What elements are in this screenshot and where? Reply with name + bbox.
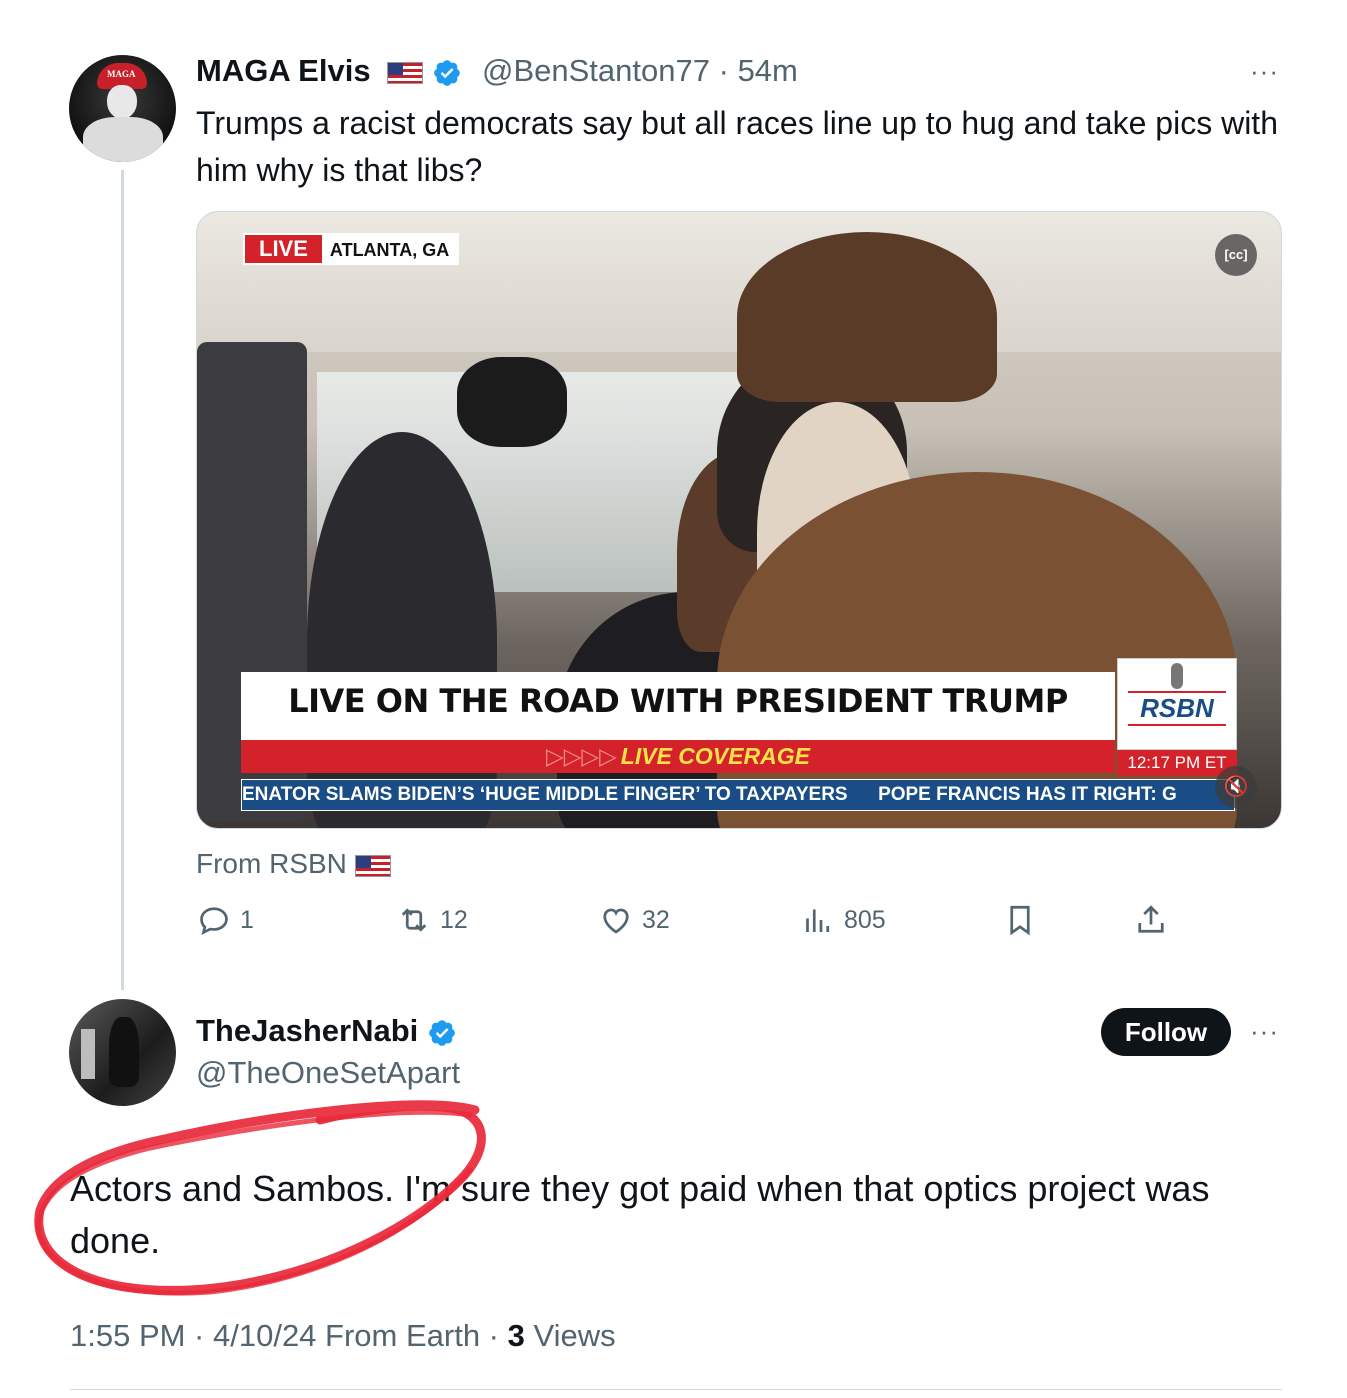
reply-count: 1 — [240, 905, 254, 934]
reply-icon — [200, 907, 228, 936]
repost-icon — [401, 908, 427, 932]
views-icon — [806, 909, 830, 932]
rsbn-logo: RSBN — [1117, 658, 1237, 750]
rsbn-logo-text: RSBN — [1128, 691, 1226, 726]
share-button[interactable] — [1133, 900, 1177, 940]
like-count: 32 — [642, 905, 670, 934]
post-video[interactable]: LIVE ATLANTA, GA [cc] LIVE ON THE ROAD W… — [196, 211, 1282, 829]
post-time[interactable]: 54m — [738, 53, 798, 88]
location-label: ATLANTA, GA — [321, 235, 458, 263]
captions-icon[interactable]: [cc] — [1215, 234, 1257, 276]
broadcast-time: 12:17 PM ET — [1117, 750, 1237, 776]
author-handle[interactable]: @BenStanton77 — [482, 53, 710, 88]
like-icon — [603, 908, 629, 934]
reply-more-button[interactable]: ··· — [1250, 1016, 1279, 1047]
live-label: LIVE — [245, 235, 322, 263]
author-name-row: MAGA Elvis — [196, 53, 462, 89]
author-avatar[interactable]: MAGA — [69, 55, 176, 162]
news-ticker: ENATOR SLAMS BIDEN’S ‘HUGE MIDDLE FINGER… — [241, 779, 1235, 811]
reply-author-avatar[interactable] — [69, 999, 176, 1106]
reply-views-label: Views — [524, 1318, 616, 1353]
microphone-icon — [1171, 663, 1183, 689]
avatar-hat-text: MAGA — [107, 69, 136, 79]
like-action[interactable]: 32 — [598, 900, 670, 940]
repost-action[interactable]: 12 — [396, 900, 468, 940]
ticker-item: POPE FRANCIS HAS IT RIGHT: G — [878, 784, 1177, 805]
bookmark-button[interactable] — [1002, 900, 1046, 940]
post-source: From RSBN — [196, 848, 391, 880]
lower-third-banner: LIVE ON THE ROAD WITH PRESIDENT TRUMP — [241, 672, 1115, 740]
lower-third-headline: LIVE ON THE ROAD WITH PRESIDENT TRUMP — [288, 682, 1068, 720]
ticker-item: ENATOR SLAMS BIDEN’S ‘HUGE MIDDLE FINGER… — [242, 784, 848, 805]
follow-button[interactable]: Follow — [1101, 1008, 1231, 1056]
bookmark-icon — [1010, 905, 1030, 936]
post-more-button[interactable]: ··· — [1250, 56, 1279, 87]
repost-count: 12 — [440, 905, 468, 934]
author-handle-row: @BenStanton77 · 54m — [482, 53, 798, 88]
divider — [70, 1389, 1282, 1390]
reply-metadata: 1:55 PM · 4/10/24 From Earth · 3 Views — [70, 1318, 616, 1354]
us-flag-icon — [354, 854, 391, 877]
reply-author-name[interactable]: TheJasherNabi — [196, 1013, 418, 1048]
reply-author-name-row: TheJasherNabi — [196, 1013, 457, 1049]
reply-views-count: 3 — [507, 1318, 525, 1353]
thread-connector-line — [121, 170, 124, 990]
subbanner-arrows: ▷▷▷▷ — [546, 743, 617, 769]
lower-third-subbanner: ▷▷▷▷ LIVE COVERAGE — [241, 740, 1115, 773]
reply-text: Actors and Sambos. I'm sure they got pai… — [70, 1168, 1210, 1261]
us-flag-icon — [387, 61, 424, 84]
source-text[interactable]: From RSBN — [196, 848, 347, 879]
reply-author-handle[interactable]: @TheOneSetApart — [196, 1055, 460, 1091]
post-text: Trumps a racist democrats say but all ra… — [196, 105, 1278, 188]
mute-icon[interactable]: 🔇 — [1215, 766, 1257, 808]
reply-action[interactable]: 1 — [196, 900, 254, 940]
views-action[interactable]: 805 — [800, 900, 886, 940]
share-icon — [1138, 905, 1164, 933]
views-count: 805 — [844, 905, 886, 934]
verified-badge-icon — [434, 60, 460, 86]
subbanner-text: LIVE COVERAGE — [620, 743, 810, 769]
verified-badge-icon — [429, 1020, 455, 1046]
reply-timestamp[interactable]: 1:55 PM · 4/10/24 From Earth · — [70, 1318, 508, 1353]
live-badge: LIVE ATLANTA, GA — [243, 233, 460, 265]
author-name[interactable]: MAGA Elvis — [196, 53, 371, 88]
